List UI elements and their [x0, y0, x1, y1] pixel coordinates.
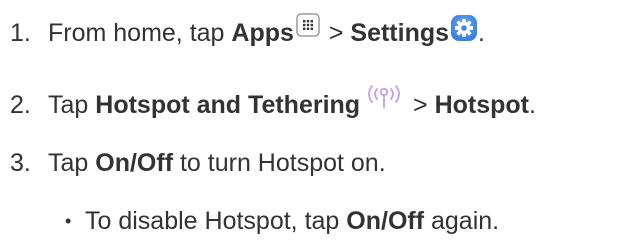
step-2: 2. Tap Hotspot and Tethering > Hotspot.: [10, 85, 536, 120]
separator: >: [321, 19, 351, 47]
substep-text-end: again.: [424, 207, 500, 235]
apps-label: Apps: [231, 19, 294, 47]
hotspot-label: Hotspot: [434, 91, 529, 119]
step-text-end: to turn Hotspot on.: [173, 149, 386, 177]
step-3: 3. Tap On/Off to turn Hotspot on.: [10, 148, 386, 178]
bullet: •: [65, 211, 72, 231]
step-text: Tap: [48, 91, 96, 119]
substep: • To disable Hotspot, tap On/Off again.: [65, 206, 499, 236]
on-off-label: On/Off: [95, 149, 174, 177]
separator: >: [406, 91, 435, 119]
substep-text: To disable Hotspot, tap: [85, 207, 347, 235]
settings-label: Settings: [350, 19, 450, 47]
period: .: [478, 19, 485, 47]
hotspot-and-tethering-label: Hotspot and Tethering: [95, 91, 361, 119]
step-number: 1.: [10, 19, 31, 47]
period: .: [528, 91, 536, 119]
step-number: 2.: [10, 91, 31, 119]
step-text: Tap: [48, 149, 96, 177]
settings-gear-icon: [450, 14, 478, 42]
step-text: From home, tap: [48, 19, 232, 47]
step-number: 3.: [10, 149, 31, 177]
step-1: 1. From home, tap Apps > Settings .: [10, 13, 485, 48]
on-off-label: On/Off: [346, 207, 425, 235]
apps-grid-icon: [296, 13, 320, 38]
hotspot-signal-icon: [364, 83, 404, 109]
